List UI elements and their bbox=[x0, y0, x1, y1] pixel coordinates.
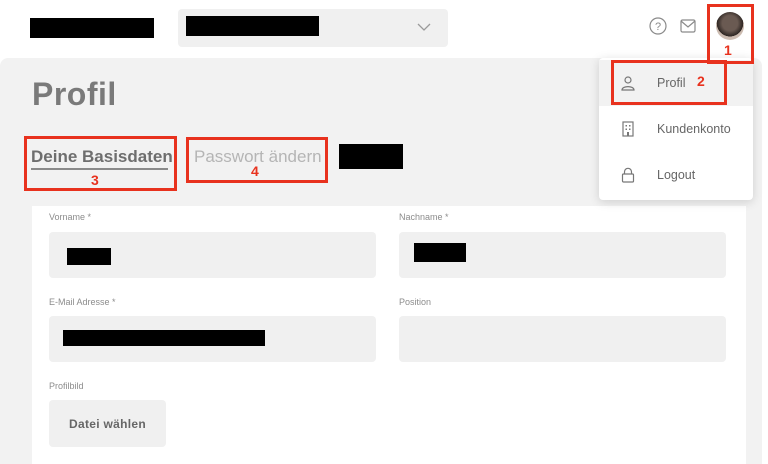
profilbild-label: Profilbild bbox=[49, 381, 84, 391]
vorname-label: Vorname * bbox=[49, 212, 92, 222]
account-select[interactable] bbox=[178, 9, 448, 47]
mail-icon[interactable] bbox=[680, 19, 696, 33]
menu-item-kundenkonto[interactable]: Kundenkonto bbox=[599, 106, 753, 152]
help-icon[interactable]: ? bbox=[649, 17, 667, 35]
lock-icon bbox=[621, 167, 635, 183]
annotation-number-1: 1 bbox=[724, 42, 732, 58]
redacted-logo bbox=[30, 18, 154, 38]
email-label: E-Mail Adresse * bbox=[49, 297, 116, 307]
top-bar: ? bbox=[0, 0, 768, 58]
building-icon bbox=[622, 121, 634, 137]
page-title: Profil bbox=[32, 76, 117, 112]
chevron-down-icon bbox=[417, 23, 431, 31]
redacted-tab[interactable] bbox=[339, 144, 403, 169]
annotation-number-3: 3 bbox=[91, 172, 99, 188]
svg-text:?: ? bbox=[655, 21, 661, 33]
choose-file-button[interactable]: Datei wählen bbox=[49, 400, 166, 447]
redacted-nachname bbox=[414, 243, 466, 262]
menu-item-label: Logout bbox=[657, 168, 696, 182]
position-field[interactable] bbox=[399, 316, 726, 362]
menu-item-label: Kundenkonto bbox=[657, 122, 731, 136]
email-field[interactable] bbox=[49, 316, 376, 362]
annotation-number-2: 2 bbox=[697, 73, 705, 89]
position-label: Position bbox=[399, 297, 432, 307]
annotation-box-3 bbox=[24, 136, 177, 191]
redacted-vorname bbox=[67, 248, 111, 265]
nachname-field[interactable] bbox=[399, 232, 726, 278]
vorname-field[interactable] bbox=[49, 232, 376, 278]
nachname-label: Nachname * bbox=[399, 212, 449, 222]
annotation-box-2 bbox=[611, 60, 727, 105]
annotation-number-4: 4 bbox=[251, 163, 259, 179]
redacted-select-value bbox=[186, 16, 319, 36]
menu-item-logout[interactable]: Logout bbox=[599, 152, 753, 198]
redacted-email bbox=[63, 330, 265, 346]
